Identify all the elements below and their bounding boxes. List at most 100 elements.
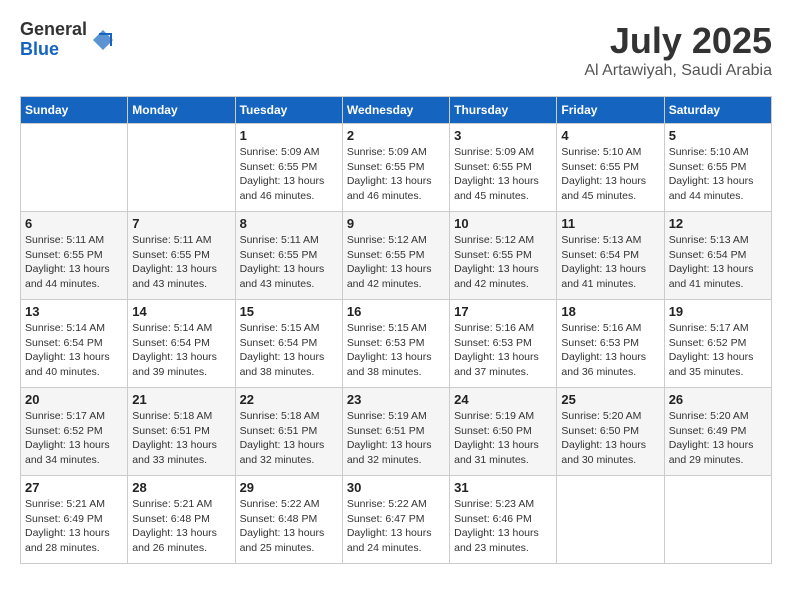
daylight-text: Daylight: 13 hours [454, 351, 539, 363]
weekday-header: Sunday [21, 97, 128, 124]
daylight-minutes: and 28 minutes. [25, 542, 100, 554]
daylight-text: Daylight: 13 hours [454, 439, 539, 451]
cell-info: Sunrise: 5:18 AMSunset: 6:51 PMDaylight:… [132, 409, 230, 468]
sunset-text: Sunset: 6:52 PM [25, 425, 103, 437]
sunrise-text: Sunrise: 5:18 AM [132, 410, 212, 422]
sunset-text: Sunset: 6:55 PM [240, 249, 318, 261]
daylight-minutes: and 24 minutes. [347, 542, 422, 554]
day-number: 31 [454, 480, 552, 495]
calendar-cell: 16Sunrise: 5:15 AMSunset: 6:53 PMDayligh… [342, 300, 449, 388]
calendar-cell: 2Sunrise: 5:09 AMSunset: 6:55 PMDaylight… [342, 124, 449, 212]
calendar-cell: 19Sunrise: 5:17 AMSunset: 6:52 PMDayligh… [664, 300, 771, 388]
cell-info: Sunrise: 5:21 AMSunset: 6:49 PMDaylight:… [25, 497, 123, 556]
calendar-cell: 31 Sunrise: 5:23 AMSunset: 6:46 PMDayligh… [450, 476, 557, 564]
sunrise-text: Sunrise: 5:15 AM [347, 322, 427, 334]
cell-info: Sunrise: 5:23 AMSunset: 6:46 PMDaylight:… [454, 497, 552, 556]
day-number: 4 [561, 128, 659, 143]
calendar-cell: 21Sunrise: 5:18 AMSunset: 6:51 PMDayligh… [128, 388, 235, 476]
calendar-cell: 7Sunrise: 5:11 AMSunset: 6:55 PMDaylight… [128, 212, 235, 300]
daylight-minutes: and 46 minutes. [240, 190, 315, 202]
calendar-week-row: 27Sunrise: 5:21 AMSunset: 6:49 PMDayligh… [21, 476, 772, 564]
sunset-text: Sunset: 6:55 PM [454, 249, 532, 261]
sunrise-text: Sunrise: 5:16 AM [561, 322, 641, 334]
daylight-minutes: and 30 minutes. [561, 454, 636, 466]
day-number: 2 [347, 128, 445, 143]
calendar-cell: 5Sunrise: 5:10 AMSunset: 6:55 PMDaylight… [664, 124, 771, 212]
sunset-text: Sunset: 6:55 PM [454, 161, 532, 173]
sunrise-text: Sunrise: 5:17 AM [25, 410, 105, 422]
sunset-text: Sunset: 6:55 PM [347, 249, 425, 261]
daylight-minutes: and 31 minutes. [454, 454, 529, 466]
day-number: 28 [132, 480, 230, 495]
daylight-text: Daylight: 13 hours [132, 527, 217, 539]
cell-info: Sunrise: 5:21 AMSunset: 6:48 PMDaylight:… [132, 497, 230, 556]
sunset-text: Sunset: 6:55 PM [347, 161, 425, 173]
sunset-text: Sunset: 6:46 PM [454, 513, 532, 525]
daylight-minutes: and 29 minutes. [669, 454, 744, 466]
day-number: 22 [240, 392, 338, 407]
day-number: 20 [25, 392, 123, 407]
daylight-text: Daylight: 13 hours [669, 263, 754, 275]
sunrise-text: Sunrise: 5:09 AM [454, 146, 534, 158]
month-title: July 2025 [584, 20, 772, 62]
daylight-minutes: and 32 minutes. [240, 454, 315, 466]
cell-info: Sunrise: 5:18 AMSunset: 6:51 PMDaylight:… [240, 409, 338, 468]
cell-info: Sunrise: 5:16 AM Sunset: 6:53 PM Daylight:… [454, 321, 552, 380]
sunrise-text: Sunrise: 5:11 AM [240, 234, 319, 246]
daylight-text: Daylight: 13 hours [454, 175, 539, 187]
daylight-text: Daylight: 13 hours [132, 263, 217, 275]
calendar-cell: 13Sunrise: 5:14 AMSunset: 6:54 PMDayligh… [21, 300, 128, 388]
daylight-minutes: and 25 minutes. [240, 542, 315, 554]
cell-info: Sunrise: 5:14 AMSunset: 6:54 PMDaylight:… [132, 321, 230, 380]
cell-info: Sunrise: 5:19 AMSunset: 6:50 PMDaylight:… [454, 409, 552, 468]
daylight-minutes: and 42 minutes. [454, 278, 529, 290]
day-number: 10 [454, 216, 552, 231]
sunset-text: Sunset: 6:51 PM [132, 425, 210, 437]
daylight-minutes: and 41 minutes. [669, 278, 744, 290]
logo: General Blue [20, 20, 117, 60]
daylight-minutes: and 33 minutes. [132, 454, 207, 466]
calendar-week-row: 20 Sunrise: 5:17 AM Sunset: 6:52 PM Dayligh… [21, 388, 772, 476]
sunset-text: Sunset: 6:51 PM [240, 425, 318, 437]
cell-info: Sunrise: 5:10 AMSunset: 6:55 PMDaylight:… [561, 145, 659, 204]
sunset-text: Sunset: 6:53 PM [454, 337, 532, 349]
cell-info: Sunrise: 5:20 AMSunset: 6:50 PMDaylight:… [561, 409, 659, 468]
cell-info: Sunrise: 5:13 AMSunset: 6:54 PMDaylight:… [669, 233, 767, 292]
day-number: 1 [240, 128, 338, 143]
sunrise-text: Sunrise: 5:13 AM [561, 234, 641, 246]
calendar-cell: 18Sunrise: 5:16 AMSunset: 6:53 PMDayligh… [557, 300, 664, 388]
daylight-text: Daylight: 13 hours [25, 351, 110, 363]
calendar-cell [21, 124, 128, 212]
cell-info: Sunrise: 5:11 AMSunset: 6:55 PMDaylight:… [240, 233, 338, 292]
calendar-cell [664, 476, 771, 564]
daylight-minutes: and 37 minutes. [454, 366, 529, 378]
daylight-minutes: and 44 minutes. [669, 190, 744, 202]
calendar-cell: 8Sunrise: 5:11 AMSunset: 6:55 PMDaylight… [235, 212, 342, 300]
daylight-minutes: and 34 minutes. [25, 454, 100, 466]
sunset-text: Sunset: 6:55 PM [561, 161, 639, 173]
day-number: 25 [561, 392, 659, 407]
daylight-text: Daylight: 13 hours [561, 439, 646, 451]
day-number: 17 [454, 304, 552, 319]
daylight-text: Daylight: 13 hours [347, 351, 432, 363]
daylight-minutes: and 38 minutes. [347, 366, 422, 378]
daylight-minutes: and 44 minutes. [25, 278, 100, 290]
daylight-minutes: and 42 minutes. [347, 278, 422, 290]
sunrise-text: Sunrise: 5:19 AM [454, 410, 534, 422]
calendar-cell: 23Sunrise: 5:19 AMSunset: 6:51 PMDayligh… [342, 388, 449, 476]
calendar-cell: 29Sunrise: 5:22 AMSunset: 6:48 PMDayligh… [235, 476, 342, 564]
sunset-text: Sunset: 6:48 PM [132, 513, 210, 525]
daylight-text: Daylight: 13 hours [240, 351, 325, 363]
sunset-text: Sunset: 6:55 PM [669, 161, 747, 173]
cell-info: Sunrise: 5:17 AMSunset: 6:52 PMDaylight:… [25, 409, 123, 468]
daylight-text: Daylight: 13 hours [669, 351, 754, 363]
daylight-text: Daylight: 13 hours [347, 263, 432, 275]
cell-info: Sunrise: 5:10 AMSunset: 6:55 PMDaylight:… [669, 145, 767, 204]
sunrise-text: Sunrise: 5:16 AM [454, 322, 534, 334]
weekday-header: Wednesday [342, 97, 449, 124]
cell-info: Sunrise: 5:12 AMSunset: 6:55 PMDaylight:… [347, 233, 445, 292]
cell-info: Sunrise: 5:22 AMSunset: 6:48 PMDaylight:… [240, 497, 338, 556]
sunrise-text: Sunrise: 5:11 AM [132, 234, 211, 246]
daylight-minutes: and 36 minutes. [561, 366, 636, 378]
sunrise-text: Sunrise: 5:22 AM [240, 498, 320, 510]
